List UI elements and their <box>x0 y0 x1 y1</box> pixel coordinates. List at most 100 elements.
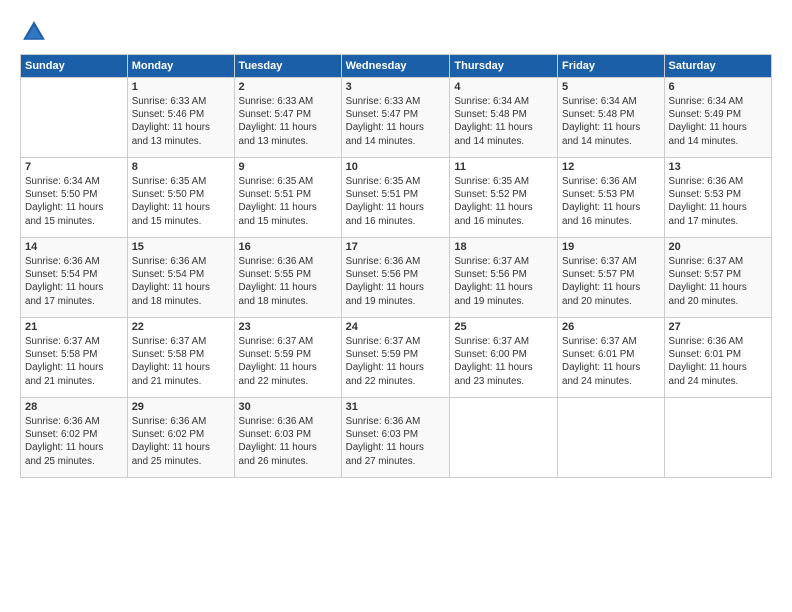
day-info: Sunrise: 6:37 AM Sunset: 5:59 PM Dayligh… <box>239 335 337 388</box>
calendar-cell <box>450 398 558 478</box>
day-number: 16 <box>239 241 337 253</box>
day-number: 11 <box>454 161 553 173</box>
day-info: Sunrise: 6:35 AM Sunset: 5:51 PM Dayligh… <box>346 175 446 228</box>
calendar-cell: 6 Sunrise: 6:34 AM Sunset: 5:49 PM Daylig… <box>664 78 771 158</box>
day-info: Sunrise: 6:37 AM Sunset: 5:57 PM Dayligh… <box>562 255 660 308</box>
calendar-cell: 13 Sunrise: 6:36 AM Sunset: 5:53 PM Dayli… <box>664 158 771 238</box>
day-info: Sunrise: 6:34 AM Sunset: 5:50 PM Dayligh… <box>25 175 123 228</box>
day-number: 23 <box>239 321 337 333</box>
day-info: Sunrise: 6:36 AM Sunset: 5:56 PM Dayligh… <box>346 255 446 308</box>
day-info: Sunrise: 6:37 AM Sunset: 5:58 PM Dayligh… <box>25 335 123 388</box>
day-info: Sunrise: 6:36 AM Sunset: 6:03 PM Dayligh… <box>239 415 337 468</box>
col-header-friday: Friday <box>558 55 665 78</box>
col-header-thursday: Thursday <box>450 55 558 78</box>
calendar-cell: 24 Sunrise: 6:37 AM Sunset: 5:59 PM Dayli… <box>341 318 450 398</box>
calendar-cell <box>21 78 128 158</box>
calendar-cell: 8 Sunrise: 6:35 AM Sunset: 5:50 PM Daylig… <box>127 158 234 238</box>
day-number: 28 <box>25 401 123 413</box>
calendar-cell: 31 Sunrise: 6:36 AM Sunset: 6:03 PM Dayli… <box>341 398 450 478</box>
calendar-cell: 26 Sunrise: 6:37 AM Sunset: 6:01 PM Dayli… <box>558 318 665 398</box>
calendar-cell: 25Sunrise: 6:37 AM Sunset: 6:00 PM Dayli… <box>450 318 558 398</box>
day-info: Sunrise: 6:37 AM Sunset: 5:56 PM Dayligh… <box>454 255 553 308</box>
logo <box>20 18 52 46</box>
calendar-cell: 20 Sunrise: 6:37 AM Sunset: 5:57 PM Dayli… <box>664 238 771 318</box>
calendar-cell: 2 Sunrise: 6:33 AM Sunset: 5:47 PM Daylig… <box>234 78 341 158</box>
calendar-cell <box>558 398 665 478</box>
calendar-cell: 12Sunrise: 6:36 AM Sunset: 5:53 PM Dayli… <box>558 158 665 238</box>
day-info: Sunrise: 6:36 AM Sunset: 5:55 PM Dayligh… <box>239 255 337 308</box>
calendar-cell: 11 Sunrise: 6:35 AM Sunset: 5:52 PM Dayli… <box>450 158 558 238</box>
day-number: 31 <box>346 401 446 413</box>
day-info: Sunrise: 6:33 AM Sunset: 5:47 PM Dayligh… <box>346 95 446 148</box>
day-number: 5 <box>562 81 660 93</box>
day-info: Sunrise: 6:37 AM Sunset: 5:59 PM Dayligh… <box>346 335 446 388</box>
day-info: Sunrise: 6:33 AM Sunset: 5:47 PM Dayligh… <box>239 95 337 148</box>
calendar-cell: 28 Sunrise: 6:36 AM Sunset: 6:02 PM Dayli… <box>21 398 128 478</box>
calendar-cell: 15 Sunrise: 6:36 AM Sunset: 5:54 PM Dayli… <box>127 238 234 318</box>
day-info: Sunrise: 6:37 AM Sunset: 6:00 PM Dayligh… <box>454 335 553 388</box>
day-number: 27 <box>669 321 767 333</box>
col-header-sunday: Sunday <box>21 55 128 78</box>
day-info: Sunrise: 6:35 AM Sunset: 5:50 PM Dayligh… <box>132 175 230 228</box>
calendar-cell: 27 Sunrise: 6:36 AM Sunset: 6:01 PM Dayli… <box>664 318 771 398</box>
day-number: 30 <box>239 401 337 413</box>
day-number: 24 <box>346 321 446 333</box>
day-number: 2 <box>239 81 337 93</box>
day-number: 7 <box>25 161 123 173</box>
calendar-row: 1 Sunrise: 6:33 AM Sunset: 5:46 PM Daylig… <box>21 78 772 158</box>
col-header-saturday: Saturday <box>664 55 771 78</box>
day-number: 21 <box>25 321 123 333</box>
day-info: Sunrise: 6:36 AM Sunset: 6:02 PM Dayligh… <box>25 415 123 468</box>
day-number: 6 <box>669 81 767 93</box>
day-number: 3 <box>346 81 446 93</box>
day-info: Sunrise: 6:33 AM Sunset: 5:46 PM Dayligh… <box>132 95 230 148</box>
day-info: Sunrise: 6:35 AM Sunset: 5:52 PM Dayligh… <box>454 175 553 228</box>
day-info: Sunrise: 6:36 AM Sunset: 5:54 PM Dayligh… <box>132 255 230 308</box>
day-number: 8 <box>132 161 230 173</box>
calendar-cell: 22Sunrise: 6:37 AM Sunset: 5:58 PM Dayli… <box>127 318 234 398</box>
calendar-cell: 1 Sunrise: 6:33 AM Sunset: 5:46 PM Daylig… <box>127 78 234 158</box>
day-info: Sunrise: 6:37 AM Sunset: 5:58 PM Dayligh… <box>132 335 230 388</box>
calendar-cell: 14Sunrise: 6:36 AM Sunset: 5:54 PM Dayli… <box>21 238 128 318</box>
calendar-cell: 4 Sunrise: 6:34 AM Sunset: 5:48 PM Daylig… <box>450 78 558 158</box>
day-number: 1 <box>132 81 230 93</box>
calendar-row: 28 Sunrise: 6:36 AM Sunset: 6:02 PM Dayli… <box>21 398 772 478</box>
day-info: Sunrise: 6:35 AM Sunset: 5:51 PM Dayligh… <box>239 175 337 228</box>
header <box>20 18 772 46</box>
day-info: Sunrise: 6:34 AM Sunset: 5:49 PM Dayligh… <box>669 95 767 148</box>
day-info: Sunrise: 6:37 AM Sunset: 5:57 PM Dayligh… <box>669 255 767 308</box>
day-number: 26 <box>562 321 660 333</box>
day-number: 13 <box>669 161 767 173</box>
day-number: 12 <box>562 161 660 173</box>
calendar-cell: 23 Sunrise: 6:37 AM Sunset: 5:59 PM Dayli… <box>234 318 341 398</box>
day-info: Sunrise: 6:37 AM Sunset: 6:01 PM Dayligh… <box>562 335 660 388</box>
calendar-cell: 30 Sunrise: 6:36 AM Sunset: 6:03 PM Dayli… <box>234 398 341 478</box>
calendar-cell: 21 Sunrise: 6:37 AM Sunset: 5:58 PM Dayli… <box>21 318 128 398</box>
col-header-monday: Monday <box>127 55 234 78</box>
day-number: 20 <box>669 241 767 253</box>
calendar-cell: 19 Sunrise: 6:37 AM Sunset: 5:57 PM Dayli… <box>558 238 665 318</box>
calendar-cell: 17 Sunrise: 6:36 AM Sunset: 5:56 PM Dayli… <box>341 238 450 318</box>
day-info: Sunrise: 6:36 AM Sunset: 6:01 PM Dayligh… <box>669 335 767 388</box>
calendar-cell: 10 Sunrise: 6:35 AM Sunset: 5:51 PM Dayli… <box>341 158 450 238</box>
day-number: 19 <box>562 241 660 253</box>
calendar-cell <box>664 398 771 478</box>
calendar-cell: 18Sunrise: 6:37 AM Sunset: 5:56 PM Dayli… <box>450 238 558 318</box>
header-row: SundayMondayTuesdayWednesdayThursdayFrid… <box>21 55 772 78</box>
day-number: 4 <box>454 81 553 93</box>
calendar-cell: 5 Sunrise: 6:34 AM Sunset: 5:48 PM Daylig… <box>558 78 665 158</box>
day-info: Sunrise: 6:34 AM Sunset: 5:48 PM Dayligh… <box>562 95 660 148</box>
col-header-wednesday: Wednesday <box>341 55 450 78</box>
day-info: Sunrise: 6:34 AM Sunset: 5:48 PM Dayligh… <box>454 95 553 148</box>
day-info: Sunrise: 6:36 AM Sunset: 6:03 PM Dayligh… <box>346 415 446 468</box>
col-header-tuesday: Tuesday <box>234 55 341 78</box>
day-info: Sunrise: 6:36 AM Sunset: 5:53 PM Dayligh… <box>669 175 767 228</box>
calendar-row: 21 Sunrise: 6:37 AM Sunset: 5:58 PM Dayli… <box>21 318 772 398</box>
calendar-row: 7 Sunrise: 6:34 AM Sunset: 5:50 PM Daylig… <box>21 158 772 238</box>
day-number: 15 <box>132 241 230 253</box>
calendar-cell: 7 Sunrise: 6:34 AM Sunset: 5:50 PM Daylig… <box>21 158 128 238</box>
day-number: 9 <box>239 161 337 173</box>
day-number: 14 <box>25 241 123 253</box>
day-number: 10 <box>346 161 446 173</box>
day-number: 17 <box>346 241 446 253</box>
